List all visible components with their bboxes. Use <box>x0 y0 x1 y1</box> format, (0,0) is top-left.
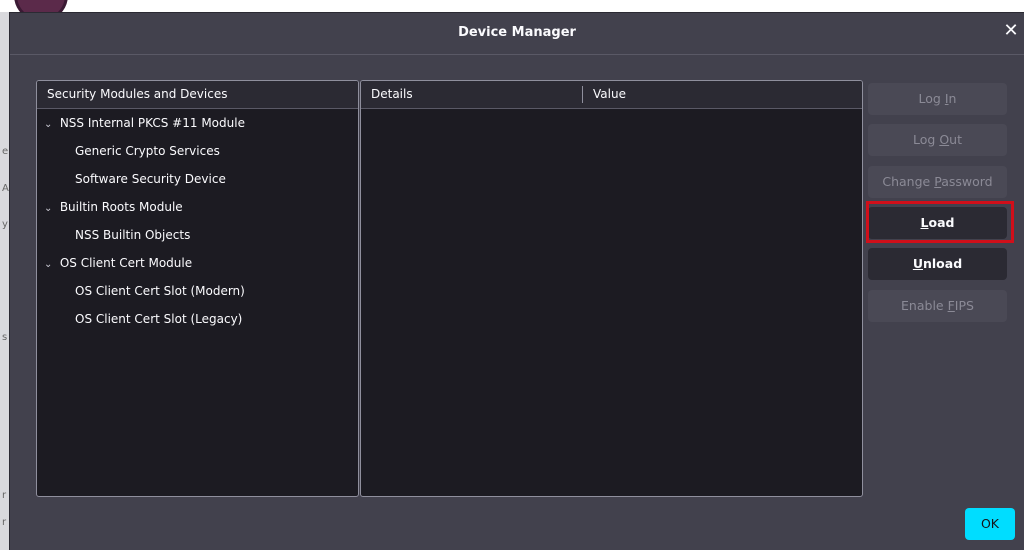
tree-item-module[interactable]: ⌄ Builtin Roots Module <box>37 193 358 221</box>
tree-item-module[interactable]: ⌄ NSS Internal PKCS #11 Module <box>37 109 358 137</box>
background-text: e <box>2 146 9 157</box>
background-strip: e A y s r r <box>0 12 9 550</box>
tree-column-header[interactable]: Security Modules and Devices <box>37 81 358 109</box>
device-label: Generic Crypto Services <box>75 144 220 158</box>
button-label: n <box>948 91 957 106</box>
ok-button[interactable]: OK <box>965 508 1015 540</box>
close-icon[interactable]: ✕ <box>1000 19 1022 43</box>
value-column-header[interactable]: Value <box>593 81 626 108</box>
button-label: Enable <box>901 298 948 313</box>
background-text: s <box>2 332 8 343</box>
device-label: NSS Builtin Objects <box>75 228 191 242</box>
device-label: Software Security Device <box>75 172 226 186</box>
tree-item-device[interactable]: NSS Builtin Objects <box>37 221 358 249</box>
log-out-button[interactable]: Log Out <box>868 124 1007 156</box>
column-divider[interactable] <box>582 86 583 103</box>
module-label: NSS Internal PKCS #11 Module <box>59 116 245 130</box>
background-text: y <box>2 219 8 230</box>
enable-fips-button[interactable]: Enable FIPS <box>868 290 1007 322</box>
details-table-header: Details Value <box>361 81 862 109</box>
details-table[interactable]: Details Value <box>360 80 863 497</box>
background-text: r <box>2 517 7 528</box>
button-label: ut <box>949 132 962 147</box>
tree-item-module[interactable]: ⌄ OS Client Cert Module <box>37 249 358 277</box>
device-label: OS Client Cert Slot (Legacy) <box>75 312 243 326</box>
log-in-button[interactable]: Log In <box>868 83 1007 115</box>
access-key: O <box>939 132 950 147</box>
details-column-header[interactable]: Details <box>371 81 413 108</box>
background-text: A <box>2 183 9 194</box>
unload-button[interactable]: Unload <box>868 248 1007 280</box>
button-label: Log <box>913 132 940 147</box>
security-modules-tree[interactable]: Security Modules and Devices ⌄ NSS Inter… <box>36 80 359 497</box>
device-manager-dialog: Device Manager ✕ Security Modules and De… <box>9 12 1024 550</box>
button-label: nload <box>923 256 963 271</box>
chevron-down-icon[interactable]: ⌄ <box>44 251 56 279</box>
module-label: Builtin Roots Module <box>59 200 183 214</box>
background-text: r <box>2 490 7 501</box>
tree-item-device[interactable]: Software Security Device <box>37 165 358 193</box>
dialog-title: Device Manager <box>458 25 576 40</box>
tree-item-device[interactable]: OS Client Cert Slot (Modern) <box>37 277 358 305</box>
chevron-down-icon[interactable]: ⌄ <box>44 111 56 139</box>
load-button[interactable]: Load <box>868 207 1007 239</box>
device-label: OS Client Cert Slot (Modern) <box>75 284 245 298</box>
button-label: Log <box>918 91 945 106</box>
access-key: U <box>912 256 923 271</box>
button-label: IPS <box>954 298 974 313</box>
module-label: OS Client Cert Module <box>59 256 193 270</box>
dialog-titlebar: Device Manager ✕ <box>10 13 1024 55</box>
tree-item-device[interactable]: Generic Crypto Services <box>37 137 358 165</box>
change-password-button[interactable]: Change Password <box>868 166 1007 198</box>
button-label: Change <box>882 174 935 189</box>
tree-item-device[interactable]: OS Client Cert Slot (Legacy) <box>37 305 358 333</box>
access-key: F <box>947 298 955 313</box>
chevron-down-icon[interactable]: ⌄ <box>44 195 56 223</box>
button-label: assword <box>941 174 993 189</box>
button-label: oad <box>928 215 955 230</box>
